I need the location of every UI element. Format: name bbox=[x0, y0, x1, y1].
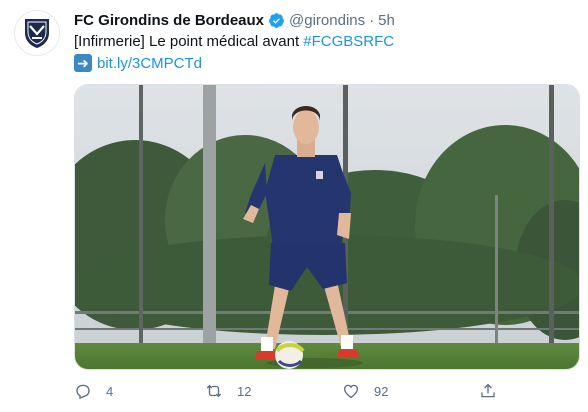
verified-badge-icon bbox=[268, 12, 285, 29]
tweet[interactable]: FC Girondins de Bordeaux @girondins · 5h… bbox=[0, 0, 588, 412]
reply-button[interactable]: 4 bbox=[74, 380, 113, 402]
tweet-text-prefix: [Infirmerie] Le point médical avant bbox=[74, 33, 304, 50]
hashtag-link[interactable]: #FCGBSRFC bbox=[303, 33, 394, 50]
author-name[interactable]: FC Girondins de Bordeaux bbox=[74, 12, 264, 29]
tweet-actions: 4 12 92 bbox=[74, 380, 504, 402]
like-button[interactable]: 92 bbox=[342, 380, 388, 402]
avatar[interactable] bbox=[14, 10, 60, 56]
author-handle[interactable]: @girondins bbox=[289, 12, 365, 29]
arrow-right-icon: ➜ bbox=[74, 54, 92, 72]
tweet-header: FC Girondins de Bordeaux @girondins · 5h bbox=[74, 10, 395, 30]
tweet-photo[interactable] bbox=[74, 84, 580, 370]
tweet-timestamp[interactable]: 5h bbox=[378, 12, 395, 29]
tweet-link-line: ➜ bit.ly/3CMPCTd bbox=[74, 54, 202, 72]
short-url-link[interactable]: bit.ly/3CMPCTd bbox=[97, 55, 202, 72]
heart-icon bbox=[343, 384, 359, 399]
reply-icon bbox=[76, 384, 90, 400]
retweet-icon bbox=[206, 384, 222, 398]
retweet-count: 12 bbox=[237, 383, 252, 399]
tweet-text: [Infirmerie] Le point médical avant #FCG… bbox=[74, 33, 394, 50]
reply-count: 4 bbox=[106, 383, 114, 399]
share-icon bbox=[481, 383, 495, 398]
club-crest-icon bbox=[25, 19, 49, 48]
photo-football-player bbox=[75, 85, 579, 369]
share-button[interactable] bbox=[479, 380, 497, 402]
retweet-button[interactable]: 12 bbox=[205, 380, 251, 402]
separator-dot: · bbox=[369, 11, 375, 29]
like-count: 92 bbox=[374, 383, 389, 399]
